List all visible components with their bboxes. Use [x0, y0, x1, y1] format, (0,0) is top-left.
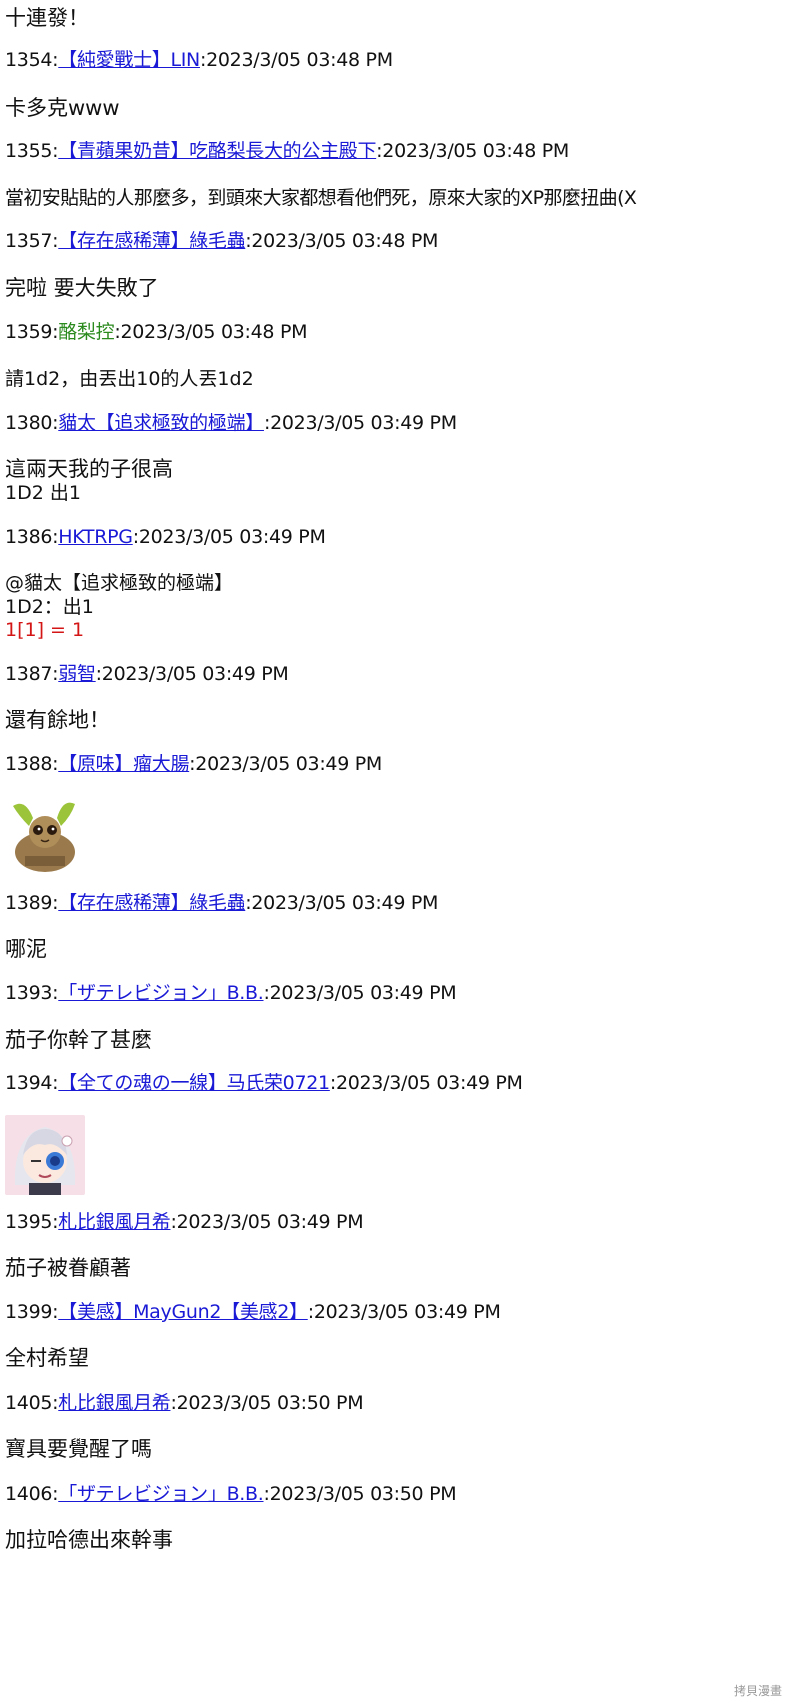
poster-name-link[interactable]: 【純愛戰士】LIN	[58, 49, 200, 71]
post-header: 1386:HKTRPG:2023/3/05 03:49 PM	[5, 526, 326, 548]
poster-name-link[interactable]: 【存在感稀薄】綠毛蟲	[58, 892, 245, 914]
post-header: 1359:酪梨控:2023/3/05 03:48 PM	[5, 321, 308, 343]
poster-name-link[interactable]: 札比銀風月希	[58, 1211, 171, 1233]
poster-name-link[interactable]: 貓太【追求極致的極端】	[58, 412, 264, 434]
message-text: 還有餘地！	[5, 708, 110, 732]
poster-name-link[interactable]: 【原味】瘤大腸	[58, 753, 189, 775]
post-header: 1355:【青蘋果奶昔】吃酪梨長大的公主殿下:2023/3/05 03:48 P…	[5, 140, 569, 162]
poster-name-link[interactable]: 【青蘋果奶昔】吃酪梨長大的公主殿下	[58, 140, 376, 162]
post-header: 1357:【存在感稀薄】綠毛蟲:2023/3/05 03:48 PM	[5, 230, 439, 252]
post-header: 1387:弱智:2023/3/05 03:49 PM	[5, 663, 289, 685]
poster-name-link[interactable]: 札比銀風月希	[58, 1392, 171, 1414]
watermark: 拷貝漫畫	[733, 1684, 782, 1698]
poster-name-link[interactable]: 【美感】MayGun2【美感2】	[58, 1301, 308, 1323]
message-text: 卡多克www	[5, 96, 120, 120]
message-text: @貓太【追求極致的極端】	[5, 572, 234, 594]
post-header: 1388:【原味】瘤大腸:2023/3/05 03:49 PM	[5, 753, 382, 775]
message-text: 請1d2，由丟出10的人丟1d2	[5, 368, 254, 390]
post-header: 1405:札比銀風月希:2023/3/05 03:50 PM	[5, 1392, 364, 1414]
message-text: 寶具要覺醒了嗎	[5, 1437, 152, 1461]
poster-name-link[interactable]: 【存在感稀薄】綠毛蟲	[58, 230, 245, 252]
message-text: 這兩天我的子很高	[5, 457, 173, 481]
poster-name-link[interactable]: 【全ての魂の一線】马氏荣0721	[58, 1072, 330, 1094]
message-text: 十連發！	[5, 6, 89, 30]
message-text: 茄子被眷顧著	[5, 1256, 131, 1280]
loris-sticker-image	[5, 796, 83, 872]
post-header: 1393:「ザテレビジョン」B.B.:2023/3/05 03:49 PM	[5, 982, 457, 1004]
post-header: 1394:【全ての魂の一線】马氏荣0721:2023/3/05 03:49 PM	[5, 1072, 523, 1094]
poster-name-link[interactable]: 「ザテレビジョン」B.B.	[58, 1483, 264, 1505]
message-text: 1D2 出1	[5, 482, 81, 504]
anime-girl-sticker-image	[5, 1115, 85, 1195]
message-text: 全村希望	[5, 1346, 89, 1370]
message-text: 茄子你幹了甚麼	[5, 1028, 152, 1052]
poster-name: 酪梨控	[58, 321, 115, 343]
post-header: 1395:札比銀風月希:2023/3/05 03:49 PM	[5, 1211, 364, 1233]
message-text: 當初安貼貼的人那麼多，到頭來大家都想看他們死，原來大家的XP那麼扭曲(X	[5, 187, 637, 209]
message-text: 完啦 要大失敗了	[5, 276, 159, 300]
poster-name-link[interactable]: 弱智	[58, 663, 96, 685]
post-header: 1389:【存在感稀薄】綠毛蟲:2023/3/05 03:49 PM	[5, 892, 439, 914]
post-header: 1399:【美感】MayGun2【美感2】:2023/3/05 03:49 PM	[5, 1301, 501, 1323]
post-header: 1380:貓太【追求極致的極端】:2023/3/05 03:49 PM	[5, 412, 457, 434]
message-text: 1D2：出1	[5, 596, 94, 618]
message-text: 哪泥	[5, 937, 47, 961]
message-text: 加拉哈德出來幹事	[5, 1528, 173, 1552]
dice-result: 1[1] = 1	[5, 619, 85, 641]
poster-name-link[interactable]: 「ザテレビジョン」B.B.	[58, 982, 264, 1004]
post-header: 1406:「ザテレビジョン」B.B.:2023/3/05 03:50 PM	[5, 1483, 457, 1505]
post-header: 1354:【純愛戰士】LIN:2023/3/05 03:48 PM	[5, 49, 393, 71]
poster-name-link[interactable]: HKTRPG	[58, 526, 133, 548]
